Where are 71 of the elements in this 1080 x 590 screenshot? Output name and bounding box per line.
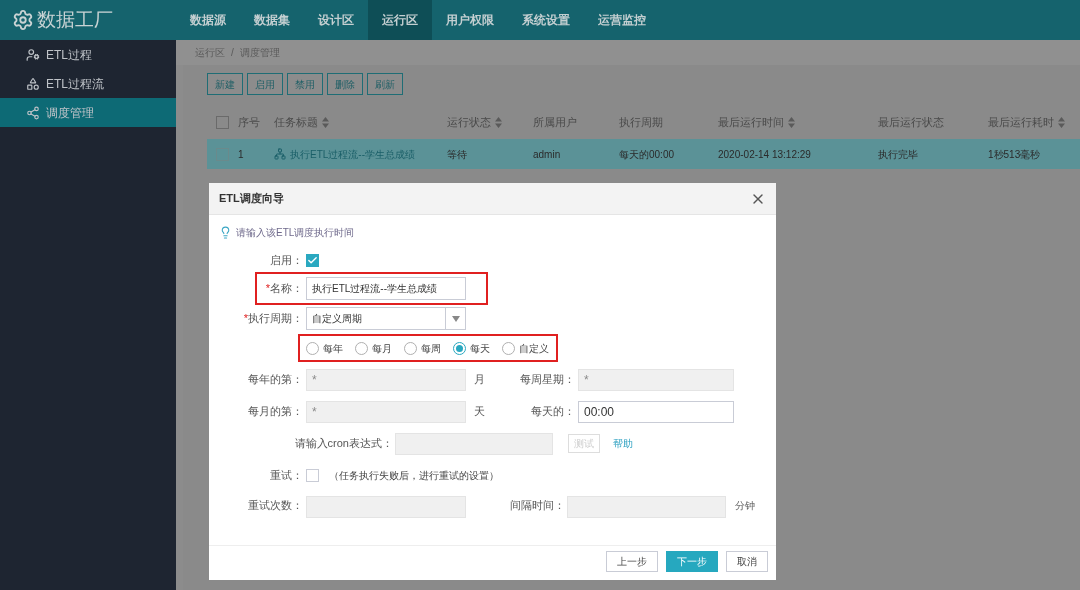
checkbox[interactable] xyxy=(216,116,229,129)
toolbar-button[interactable]: 删除 xyxy=(327,73,363,95)
toolbar-button[interactable]: 刷新 xyxy=(367,73,403,95)
dialog-button[interactable]: 上一步 xyxy=(606,551,658,572)
toolbar-button[interactable]: 禁用 xyxy=(287,73,323,95)
field-label: 每年的第： xyxy=(247,371,303,387)
table-cell-text: admin xyxy=(533,147,561,162)
radio-option[interactable]: 每天 xyxy=(453,340,490,356)
column-header[interactable]: 运行状态 xyxy=(447,114,533,131)
radio-option[interactable]: 每周 xyxy=(404,340,441,356)
table-cell-text: 1 xyxy=(238,147,244,162)
nav-tab[interactable]: 数据源 xyxy=(176,0,240,40)
column-header[interactable]: 执行周期 xyxy=(619,114,718,131)
retry-note: （任务执行失败后，进行重试的设置） xyxy=(329,468,499,483)
nav-tab[interactable]: 用户权限 xyxy=(432,0,508,40)
required-mark: * xyxy=(243,312,248,325)
dialog-button[interactable]: 取消 xyxy=(726,551,768,572)
select-field[interactable]: 自定义周期 xyxy=(306,307,466,330)
field-label: 启用： xyxy=(269,252,303,268)
nav-tab[interactable]: 运营监控 xyxy=(584,0,660,40)
nav-tab[interactable]: 设计区 xyxy=(304,0,368,40)
sort-icon[interactable] xyxy=(322,117,329,128)
gear-icon xyxy=(12,9,34,31)
toolbar-button[interactable]: 启用 xyxy=(247,73,283,95)
unit-text: 月 xyxy=(473,371,486,387)
nav-tab[interactable]: 数据集 xyxy=(240,0,304,40)
dialog-button[interactable]: 下一步 xyxy=(666,551,718,572)
nav-tab[interactable]: 运行区 xyxy=(368,0,432,40)
column-header[interactable]: 所属用户 xyxy=(533,114,619,131)
table-cell-text: 每天的00:00 xyxy=(619,147,675,162)
table-cell-text: 等待 xyxy=(447,147,467,162)
field-label: 每天的： xyxy=(530,403,575,419)
unit-text: 天 xyxy=(473,403,486,419)
unit-text: 分钟 xyxy=(734,499,755,513)
sidebar-item[interactable]: ETL过程 xyxy=(0,40,176,69)
user-icon xyxy=(26,47,40,62)
sort-icon[interactable] xyxy=(788,117,795,128)
toolbar-button[interactable]: 新建 xyxy=(207,73,243,95)
nav-tab[interactable]: 系统设置 xyxy=(508,0,584,40)
field-label: 执行周期： xyxy=(248,312,303,325)
network-icon xyxy=(274,148,286,160)
required-mark: * xyxy=(265,282,270,295)
radio-option[interactable]: 每月 xyxy=(355,340,392,356)
check-icon xyxy=(307,254,318,266)
input-field[interactable]: 00:00 xyxy=(578,401,734,423)
table-cell-text: 1秒513毫秒 xyxy=(988,147,1041,162)
share-icon xyxy=(26,105,40,120)
table-cell-text: 2020-02-14 13:12:29 xyxy=(718,147,811,162)
sort-icon[interactable] xyxy=(495,117,502,128)
input-field[interactable]: 执行ETL过程流--学生总成绩 xyxy=(306,277,466,300)
breadcrumb-separator: / xyxy=(231,46,234,60)
sort-icon[interactable] xyxy=(1058,117,1065,128)
radio-option[interactable]: 每年 xyxy=(306,340,343,356)
hint-text: 请输入该ETL调度执行时间 xyxy=(236,226,355,240)
sidebar-item[interactable]: 调度管理 xyxy=(0,98,176,127)
field-label: 每月的第： xyxy=(247,403,303,419)
field-label: 名称： xyxy=(270,282,303,295)
field-label: 间隔时间： xyxy=(509,498,565,514)
table-cell-text: 执行完毕 xyxy=(878,147,918,162)
field-label: 重试： xyxy=(269,468,303,483)
dialog-title: ETL调度向导 xyxy=(219,191,284,207)
app-logo-text: 数据工厂 xyxy=(37,7,113,32)
field-label: 请输入cron表达式： xyxy=(293,435,393,451)
lightbulb-icon xyxy=(219,226,232,239)
radio-option[interactable]: 自定义 xyxy=(502,340,549,356)
checkbox[interactable] xyxy=(306,253,319,267)
field-label: 重试次数： xyxy=(247,498,303,514)
shapes-icon xyxy=(26,76,40,91)
sidebar-item[interactable]: ETL过程流 xyxy=(0,69,176,98)
field-label: 每周星期： xyxy=(519,371,575,387)
caret-icon xyxy=(451,315,460,322)
